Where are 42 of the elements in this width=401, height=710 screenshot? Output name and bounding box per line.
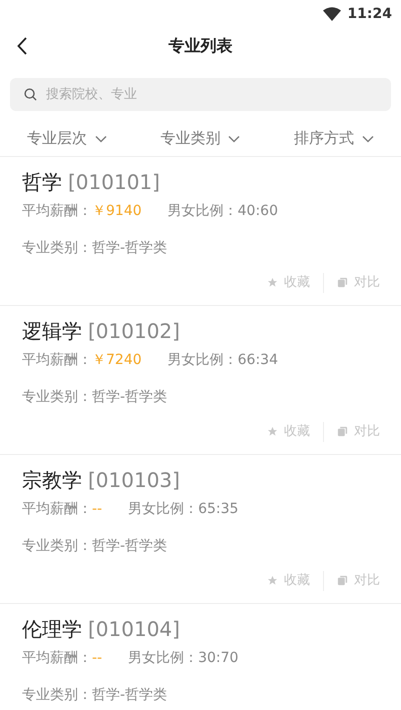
major-code: [010101] [68, 169, 160, 196]
search-icon [24, 88, 37, 101]
major-name: 哲学 [22, 169, 62, 196]
salary-value: -- [92, 649, 102, 668]
star-icon [267, 575, 278, 586]
chevron-down-icon [94, 134, 107, 142]
major-card[interactable]: 伦理学 [010104] 平均薪酬：-- 男女比例：30:70 专业类别：哲学-哲学类 [0, 604, 401, 710]
salary-value: ￥7240 [92, 351, 142, 370]
star-icon [267, 426, 278, 438]
salary-label: 平均薪酬： [22, 202, 92, 221]
gender-ratio: 男女比例：65:35 [128, 500, 238, 519]
gender-ratio: 男女比例：30:70 [128, 649, 238, 668]
chevron-down-icon [362, 134, 374, 142]
salary-label: 平均薪酬： [22, 649, 92, 668]
star-icon [267, 277, 278, 288]
gender-ratio: 男女比例：66:34 [168, 351, 278, 370]
copy-icon [337, 426, 348, 438]
salary-value: -- [92, 500, 102, 519]
chevron-down-icon [228, 134, 240, 142]
page-title: 专业列表 [168, 35, 232, 57]
major-name: 伦理学 [22, 616, 82, 643]
salary-label: 平均薪酬： [22, 500, 92, 519]
copy-icon [337, 277, 348, 288]
major-category: 专业类别：哲学-哲学类 [22, 686, 168, 705]
major-category: 专业类别：哲学-哲学类 [22, 388, 168, 407]
major-name: 宗教学 [22, 467, 82, 494]
filter-dropdown[interactable]: 专业层次 [26, 127, 107, 150]
major-code: [010103] [88, 467, 180, 494]
salary-value: ￥9140 [92, 202, 142, 221]
status-time: 11:24 [347, 4, 392, 24]
major-code: [010104] [88, 616, 180, 643]
filter-dropdown[interactable]: 排序方式 [294, 127, 374, 150]
major-category: 专业类别：哲学-哲学类 [22, 537, 168, 556]
filter-dropdown[interactable]: 专业类别 [160, 127, 240, 150]
gender-ratio: 男女比例：40:60 [168, 202, 278, 221]
search-field[interactable]: 搜索院校、专业 [10, 78, 391, 111]
major-name: 逻辑学 [22, 318, 82, 345]
salary-label: 平均薪酬： [22, 351, 92, 370]
wifi-icon [323, 7, 342, 21]
major-code: [010102] [88, 318, 180, 345]
copy-icon [337, 575, 348, 586]
major-category: 专业类别：哲学-哲学类 [22, 239, 168, 258]
